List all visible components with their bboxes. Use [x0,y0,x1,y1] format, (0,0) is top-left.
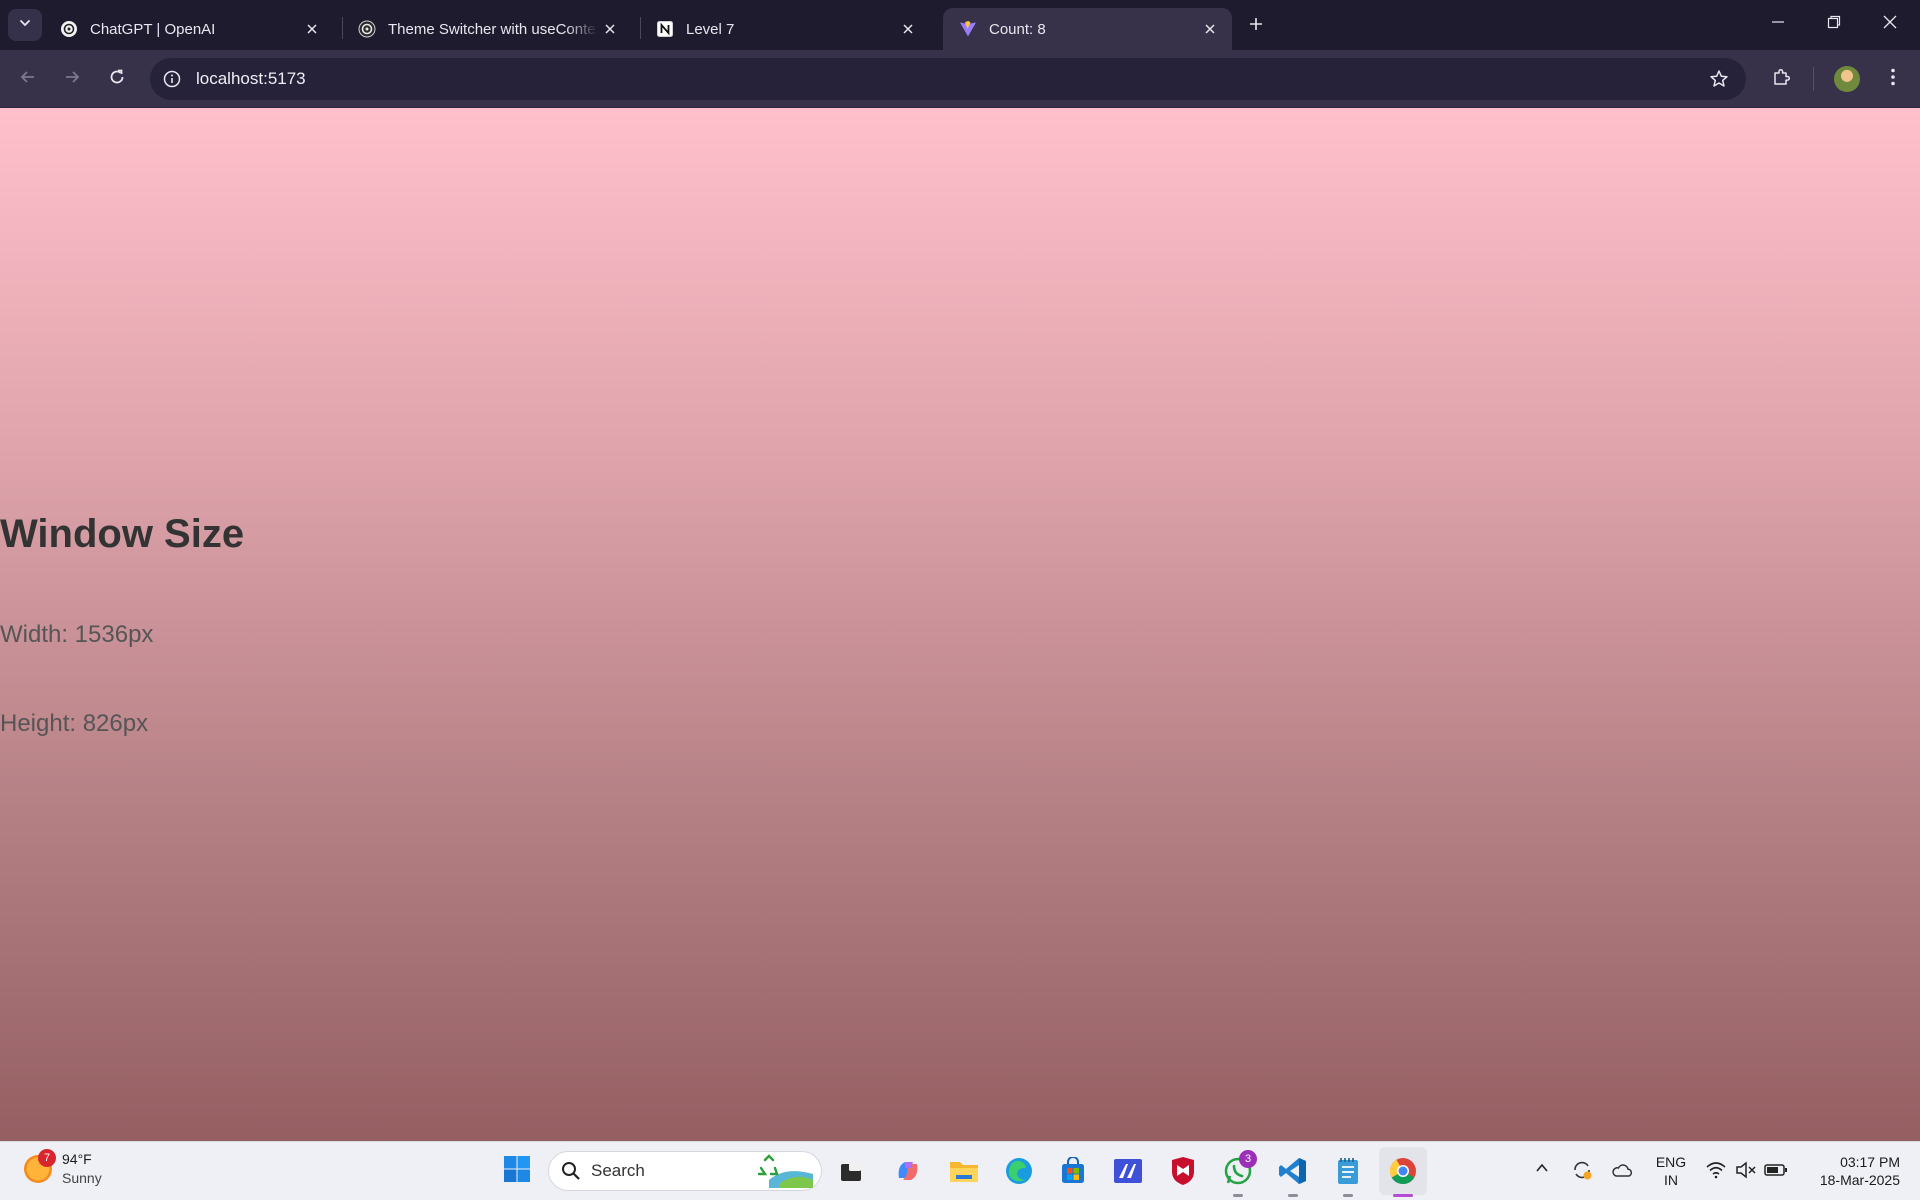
taskbar-clock[interactable]: 03:17 PM 18-Mar-2025 [1800,1153,1900,1189]
language-code: ENG [1655,1154,1687,1170]
wifi-icon[interactable] [1702,1156,1730,1184]
clock-date: 18-Mar-2025 [1819,1172,1900,1188]
chevron-up-icon [1535,1161,1549,1180]
running-indicator [1288,1194,1298,1197]
whatsapp-icon[interactable]: 3 [1221,1150,1257,1188]
app-icon[interactable] [1111,1154,1145,1188]
taskbar: 7 94°F Sunny Search 3 ENG IN 03:17 PM 18… [0,1141,1920,1200]
reload-button[interactable] [101,63,133,95]
close-icon[interactable] [598,17,622,41]
new-tab-button[interactable] [1242,12,1270,40]
recycle-decoration-icon [755,1154,815,1188]
tab-title: Level 7 [686,20,735,38]
running-indicator [1343,1194,1353,1197]
width-readout: Width: 1536px [0,621,154,648]
edge-icon[interactable] [1002,1154,1036,1188]
tab-level-7[interactable]: Level 7 [640,8,930,50]
weather-condition: Sunny [62,1170,102,1186]
address-bar[interactable]: localhost:5173 [150,58,1746,100]
copilot-icon[interactable] [891,1154,925,1188]
tab-count[interactable]: Count: 8 [943,8,1232,50]
profile-avatar[interactable] [1834,66,1860,92]
show-hidden-icons-button[interactable] [1528,1156,1556,1184]
notification-badge: 3 [1239,1150,1257,1168]
mcafee-icon[interactable] [1166,1154,1200,1188]
openai-icon [358,20,376,38]
page-viewport: Window Size Width: 1536px Height: 826px [0,108,1920,1141]
browser-toolbar: localhost:5173 [0,50,1920,108]
start-button[interactable] [500,1154,534,1188]
notion-icon [656,20,674,38]
vite-icon [959,20,977,38]
volume-muted-icon[interactable] [1732,1156,1760,1184]
tab-title: ChatGPT | OpenAI [90,20,216,38]
browser-menu-button[interactable] [1877,63,1909,95]
site-info-icon[interactable] [162,69,182,89]
search-placeholder: Search [591,1161,645,1180]
minimize-button[interactable] [1750,0,1806,48]
language-region: IN [1664,1172,1678,1188]
vscode-icon[interactable] [1276,1154,1310,1188]
close-icon[interactable] [896,17,920,41]
chevron-down-icon [18,16,32,35]
puzzle-icon [1772,67,1792,92]
openai-icon [60,20,78,38]
tab-search-button[interactable] [8,9,42,41]
windows-logo-icon [503,1155,531,1188]
minimize-icon [1771,15,1785,34]
folder-icon[interactable] [947,1154,981,1188]
file-explorer-dark-icon[interactable] [834,1154,868,1188]
close-window-button[interactable] [1862,0,1918,48]
tab-theme-switcher[interactable]: Theme Switcher with useContext [342,8,632,50]
height-readout: Height: 826px [0,710,149,737]
tab-title: Theme Switcher with useContext [388,20,598,38]
reload-icon [108,68,126,91]
close-icon [1883,15,1897,34]
close-icon[interactable] [300,17,324,41]
page-title: Window Size [0,512,245,556]
search-icon [561,1161,581,1181]
extensions-button[interactable] [1766,63,1798,95]
arrow-right-icon [63,68,81,91]
kebab-menu-icon [1890,67,1896,92]
running-indicator [1233,1194,1243,1197]
forward-button[interactable] [56,63,88,95]
sun-icon: 7 [24,1149,56,1183]
clock-time: 03:17 PM [1840,1154,1900,1170]
close-icon[interactable] [1198,17,1222,41]
battery-icon[interactable] [1762,1156,1790,1184]
bookmark-star-icon[interactable] [1704,64,1734,94]
restore-button[interactable] [1806,0,1862,48]
notepad-icon[interactable] [1331,1154,1365,1188]
arrow-left-icon [19,68,37,91]
sync-icon[interactable] [1568,1156,1596,1184]
weather-widget[interactable]: 7 94°F Sunny [24,1149,102,1188]
weather-temperature: 94°F [62,1151,92,1167]
chrome-icon[interactable] [1379,1147,1427,1195]
microsoft-store-icon[interactable] [1056,1154,1090,1188]
back-button[interactable] [12,63,44,95]
tab-strip: ChatGPT | OpenAI Theme Switcher with use… [0,0,1920,50]
plus-icon [1248,16,1264,37]
tab-chatgpt[interactable]: ChatGPT | OpenAI [44,8,334,50]
toolbar-separator [1813,67,1814,91]
onedrive-icon[interactable] [1608,1156,1636,1184]
tab-title: Count: 8 [989,20,1046,38]
url-text: localhost:5173 [196,69,306,88]
restore-icon [1827,15,1841,34]
weather-badge: 7 [38,1149,56,1167]
language-indicator[interactable]: ENG IN [1652,1153,1690,1189]
active-indicator [1393,1194,1413,1197]
taskbar-search[interactable]: Search [548,1151,822,1191]
